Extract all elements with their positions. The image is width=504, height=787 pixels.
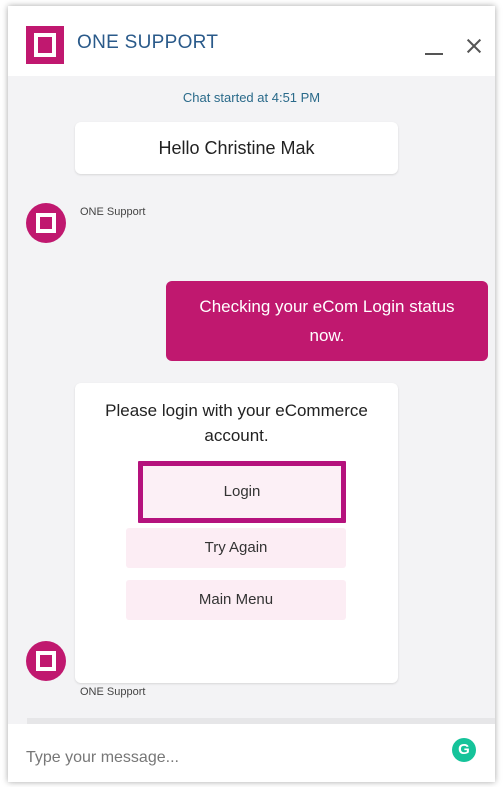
login-prompt-text: Please login with your eCommerce account… [105, 401, 368, 445]
agent-avatar-icon [26, 203, 66, 243]
chat-window: ONE SUPPORT Chat started at 4:51 PM Hell… [8, 6, 495, 782]
try-again-button[interactable]: Try Again [126, 528, 346, 568]
main-menu-button[interactable]: Main Menu [126, 580, 346, 620]
sender-label: ONE Support [80, 206, 146, 218]
message-input-area: G [8, 724, 495, 782]
message-input[interactable] [26, 742, 426, 774]
header-title: ONE SUPPORT [77, 32, 219, 53]
sender-label: ONE Support [80, 686, 146, 698]
chat-started-timestamp: Chat started at 4:51 PM [182, 90, 321, 105]
greeting-bubble: Hello Christine Mak [75, 122, 398, 174]
close-icon[interactable] [464, 36, 484, 56]
one-logo-icon [26, 26, 64, 64]
user-message-bubble: Checking your eCom Login status now. [166, 281, 488, 361]
chat-header: ONE SUPPORT [8, 6, 495, 76]
user-message-text: Checking your eCom Login status now. [199, 297, 455, 345]
login-button[interactable]: Login [146, 473, 338, 511]
grammarly-icon[interactable]: G [452, 738, 476, 762]
agent-avatar-icon [26, 641, 66, 681]
minimize-icon[interactable] [425, 41, 445, 55]
